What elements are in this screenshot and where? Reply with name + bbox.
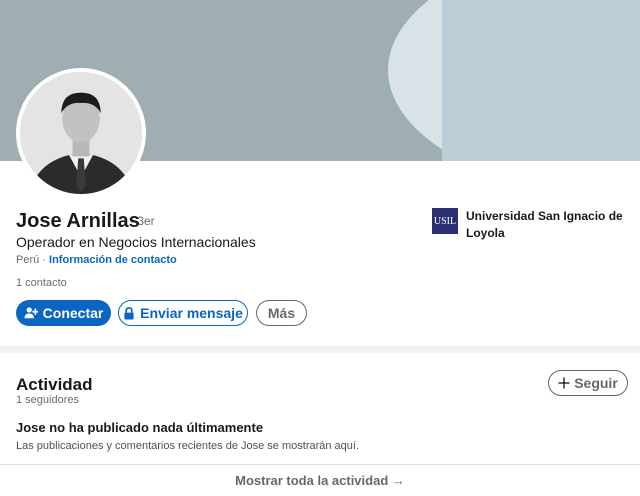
profile-name: Jose Arnillas	[16, 210, 140, 232]
contact-info-link[interactable]: Información de contacto	[49, 254, 177, 266]
school-name: Universidad San Ignacio de Loyola	[466, 209, 623, 240]
divider	[0, 464, 640, 465]
location-text: Perú	[16, 254, 40, 266]
send-message-button[interactable]: Enviar mensaje	[118, 300, 248, 326]
connections-count[interactable]: 1 contacto	[16, 277, 67, 289]
connect-button[interactable]: Conectar	[16, 300, 111, 326]
avatar-photo	[20, 72, 142, 194]
banner-panel-shape	[442, 0, 640, 161]
location-separator: ·	[39, 254, 50, 266]
followers-count: 1 seguidores	[16, 394, 79, 406]
profile-headline: Operador en Negocios Internacionales	[16, 234, 256, 250]
school-logo: USIL	[432, 208, 458, 234]
plus-icon	[558, 377, 570, 389]
follow-button[interactable]: Seguir	[548, 370, 628, 396]
more-button[interactable]: Más	[256, 300, 307, 326]
show-all-activity-link[interactable]: Mostrar toda la actividad →	[0, 473, 640, 488]
profile-card: Jose Arnillas · 3er Operador en Negocios…	[0, 0, 640, 346]
avatar[interactable]	[16, 68, 146, 198]
add-person-icon	[24, 307, 38, 319]
school-entry[interactable]: USIL Universidad San Ignacio de Loyola	[432, 208, 632, 242]
activity-card: Actividad 1 seguidores Seguir Jose no ha…	[0, 353, 640, 496]
location-row: Perú · Información de contacto	[16, 254, 177, 266]
follow-label: Seguir	[574, 375, 618, 391]
empty-state-title: Jose no ha publicado nada últimamente	[16, 420, 264, 435]
send-message-label: Enviar mensaje	[140, 305, 243, 321]
empty-state-description: Las publicaciones y comentarios reciente…	[16, 440, 360, 452]
connect-label: Conectar	[42, 305, 104, 321]
lock-icon	[124, 306, 134, 320]
connection-degree: · 3er	[130, 214, 155, 228]
activity-title: Actividad	[16, 375, 93, 394]
more-label: Más	[267, 305, 296, 321]
